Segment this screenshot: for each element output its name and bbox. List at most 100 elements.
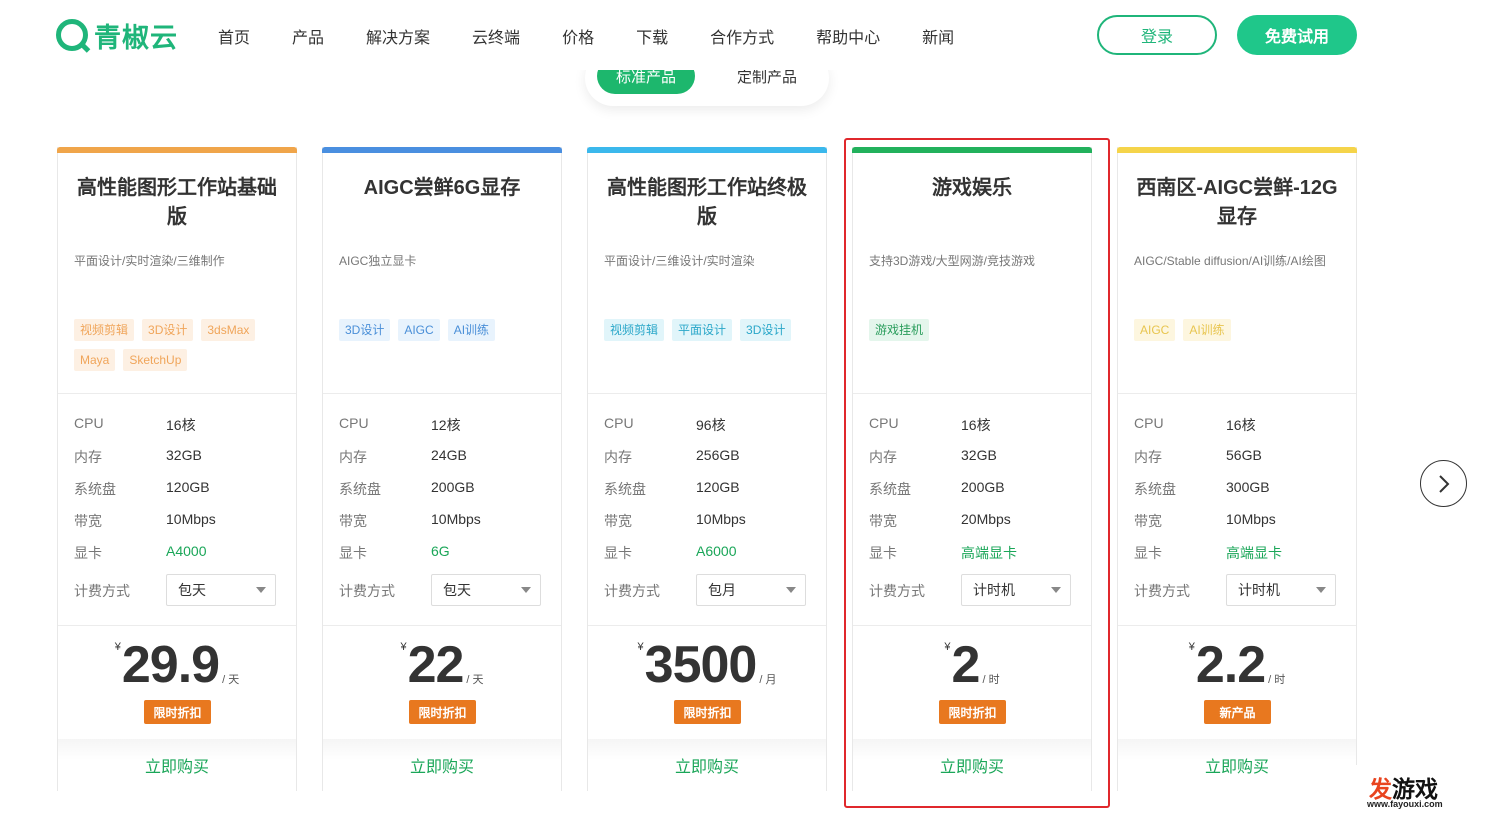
spec-row-mem: 内存 32GB [869, 447, 1089, 467]
spec-row-cpu: CPU 16核 [869, 415, 1089, 435]
card-tags: 视频剪辑 平面设计 3D设计 [604, 319, 814, 349]
divider [1118, 393, 1356, 394]
price-value: 2.2 [1195, 636, 1266, 694]
card-description: AIGC/Stable diffusion/AI训练/AI绘图 [1134, 254, 1326, 268]
spec-row-disk: 系统盘 120GB [74, 479, 294, 499]
divider [853, 625, 1091, 626]
card-accent-bar [587, 147, 827, 153]
spec-row-disk: 系统盘 200GB [869, 479, 1089, 499]
spec-value: 120GB [166, 479, 210, 495]
site-logo[interactable]: 青椒云 [56, 18, 178, 54]
price-unit: / 时 [982, 674, 1000, 686]
spec-label: 系统盘 [604, 481, 646, 497]
spec-row-gpu: 显卡 高端显卡 [869, 543, 1089, 563]
nav-item[interactable]: 下载 [636, 24, 668, 48]
chevron-down-icon [1316, 587, 1326, 593]
spec-label: 带宽 [604, 513, 632, 529]
promo-badge: 新产品 [1204, 700, 1271, 724]
billing-select[interactable]: 计时机 [961, 574, 1071, 606]
card-tags: 游戏挂机 [869, 319, 1079, 349]
chevron-right-icon [1438, 474, 1449, 493]
feature-tag: 游戏挂机 [869, 319, 930, 341]
spec-value: A4000 [166, 543, 207, 559]
spec-row-disk: 系统盘 200GB [339, 479, 559, 499]
spec-value: 32GB [961, 447, 997, 463]
feature-tag: 3D设计 [740, 319, 792, 341]
spec-value: 24GB [431, 447, 467, 463]
card-title: AIGC尝鲜6G显存 [363, 177, 521, 199]
feature-tag: 3D设计 [339, 319, 391, 341]
price: ¥ 2.2 / 时 [1118, 633, 1356, 693]
card-description: 平面设计/三维设计/实时渲染 [604, 254, 755, 268]
feature-tag: 3D设计 [142, 319, 194, 341]
spec-value: 16核 [1226, 417, 1256, 433]
spec-row-bw: 带宽 20Mbps [869, 511, 1089, 531]
logo-q-icon [56, 19, 88, 51]
price-value: 22 [407, 636, 465, 694]
currency-symbol: ¥ [114, 641, 121, 653]
product-card: 高性能图形工作站终极版 平面设计/三维设计/实时渲染 视频剪辑 平面设计 3D设计 CP… [587, 147, 827, 791]
billing-select[interactable]: 包天 [431, 574, 541, 606]
divider [588, 393, 826, 394]
feature-tag: 3dsMax [201, 319, 256, 341]
feature-tag: AIGC [398, 319, 440, 341]
spec-row-gpu: 显卡 A6000 [604, 543, 824, 563]
spec-value: 高端显卡 [1226, 545, 1282, 561]
spec-row-cpu: CPU 16核 [74, 415, 294, 435]
buy-now-button[interactable]: 立即购买 [58, 739, 296, 791]
nav-item[interactable]: 新闻 [922, 24, 954, 48]
nav-item[interactable]: 产品 [292, 24, 324, 48]
watermark: 发游戏 www.fayouxi.com [1297, 765, 1508, 819]
spec-value: 高端显卡 [961, 545, 1017, 561]
spec-value: 32GB [166, 447, 202, 463]
buy-now-button[interactable]: 立即购买 [588, 739, 826, 791]
spec-value: 200GB [431, 479, 475, 495]
site-header: 青椒云 首页 产品 解决方案 云终端 价格 下载 合作方式 帮助中心 新闻 登录 免费试用 [0, 0, 1508, 70]
spec-label: CPU [869, 415, 899, 431]
spec-label: CPU [1134, 415, 1164, 431]
nav-item[interactable]: 合作方式 [710, 24, 774, 48]
product-card: 高性能图形工作站基础版 平面设计/实时渲染/三维制作 视频剪辑 3D设计 3dsMax M… [57, 147, 297, 791]
spec-label: 显卡 [1134, 545, 1162, 561]
spec-label: 显卡 [74, 545, 102, 561]
free-trial-button[interactable]: 免费试用 [1237, 15, 1357, 55]
spec-value: 96核 [696, 417, 726, 433]
spec-value: 10Mbps [1226, 511, 1276, 527]
price-unit: / 天 [222, 674, 240, 686]
nav-item[interactable]: 价格 [562, 24, 594, 48]
nav-item[interactable]: 解决方案 [366, 24, 430, 48]
login-button[interactable]: 登录 [1097, 15, 1217, 55]
buy-now-button[interactable]: 立即购买 [323, 739, 561, 791]
buy-now-button[interactable]: 立即购买 [853, 739, 1091, 791]
nav-item[interactable]: 云终端 [472, 24, 520, 48]
billing-value: 计时机 [973, 582, 1015, 598]
billing-label: 计费方式 [1134, 583, 1190, 599]
spec-row-bw: 带宽 10Mbps [1134, 511, 1354, 531]
spec-label: 内存 [604, 449, 632, 465]
spec-row-cpu: CPU 12核 [339, 415, 559, 435]
spec-value: 200GB [961, 479, 1005, 495]
card-description: AIGC独立显卡 [339, 254, 417, 268]
billing-select[interactable]: 包天 [166, 574, 276, 606]
price-value: 29.9 [121, 636, 220, 694]
spec-label: 带宽 [74, 513, 102, 529]
nav-item[interactable]: 帮助中心 [816, 24, 880, 48]
nav-item[interactable]: 首页 [218, 24, 250, 48]
card-accent-bar [1117, 147, 1357, 153]
spec-value: 6G [431, 543, 450, 559]
card-tags: AIGC AI训练 [1134, 319, 1344, 349]
spec-value: 20Mbps [961, 511, 1011, 527]
spec-row-gpu: 显卡 A4000 [74, 543, 294, 563]
next-slide-button[interactable] [1420, 460, 1467, 507]
card-tags: 视频剪辑 3D设计 3dsMax Maya SketchUp [74, 319, 284, 379]
card-accent-bar [322, 147, 562, 153]
spec-label: CPU [74, 415, 104, 431]
billing-select[interactable]: 计时机 [1226, 574, 1336, 606]
feature-tag: 平面设计 [672, 319, 733, 341]
logo-text: 青椒云 [94, 22, 178, 54]
spec-label: 系统盘 [74, 481, 116, 497]
billing-select[interactable]: 包月 [696, 574, 806, 606]
spec-value: 120GB [696, 479, 740, 495]
promo-badge: 限时折扣 [674, 700, 741, 724]
card-title: 游戏娱乐 [932, 177, 1012, 199]
